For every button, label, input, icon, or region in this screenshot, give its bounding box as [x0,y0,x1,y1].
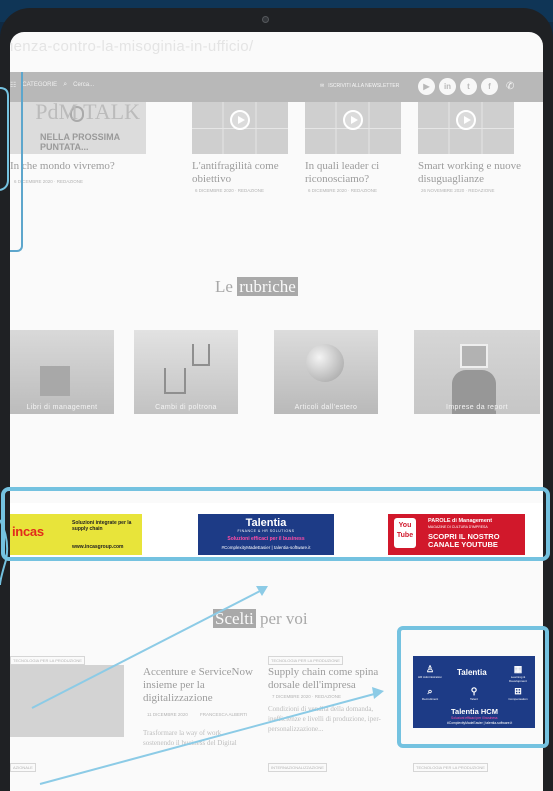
rubriche-heading: Le rubriche [215,277,298,297]
facebook-icon[interactable]: f [481,78,498,95]
youtube-icon[interactable]: ▶ [418,78,435,95]
icon-label: Learning & Development [509,675,527,683]
compensation-icon: ⊞ Compensation [508,686,528,701]
search-icon[interactable]: ⌕ [63,81,67,89]
play-icon[interactable] [230,110,250,130]
article-meta: 6 DICEMBRE 2020 · REDAZIONE [308,188,378,193]
scelti-heading: Scelti per voi [213,609,308,629]
rubrica-label: Imprese da report [445,404,509,411]
mail-icon: ✉ [320,83,325,89]
icon-label: HR Administration [417,675,442,679]
talentia-hcm-subtitle: Soluzioni efficaci per il business [451,716,498,720]
chair-image [164,368,186,394]
screen-head-image [460,344,488,368]
category-tag[interactable]: TECNOLOGIA PER LA PRODUZIONE [10,656,85,665]
video-thumbnail[interactable] [305,102,401,154]
tablet-screen: ienza-contro-la-misoginia-in-ufficio/ ☷ … [10,32,543,791]
recruitment-icon: ⌕ Recruitment [421,686,439,701]
rubrica-card-libri[interactable]: Libri di management [10,330,114,414]
scelti-heading-highlight: Scelti [213,609,256,628]
video-thumbnail[interactable] [192,102,288,154]
icon-label: Compensation [508,697,528,701]
play-icon[interactable] [456,110,476,130]
talentia-banner[interactable]: Talentia FINANCE & HR SOLUTIONS Soluzion… [198,514,334,555]
category-tag[interactable]: TECNOLOGIA PER LA PRODUZIONE [413,763,488,772]
talentia-logo: Talentia [245,517,287,529]
rubrica-card-cambi[interactable]: Cambi di poltrona [134,330,238,414]
talentia-url: #ComplexityMadeEasier | talentia-softwar… [221,545,311,550]
article-title[interactable]: In che mondo vivremo? [10,160,144,173]
category-tag[interactable]: INTERNAZIONALIZZAZIONE [268,763,327,772]
categories-menu[interactable]: CATEGORIE [22,82,57,88]
youtube-logo-icon: You Tube [394,518,416,548]
ad-strip: incas Soluzioni integrate per la supply … [10,503,543,561]
article-date: 11 DICEMBRE 2020 [147,712,188,717]
chair-image [192,344,210,366]
youtube-banner[interactable]: You Tube PAROLE di Management MAGAZINE D… [388,514,525,555]
article-author: FRANCESCA ALBERTI [200,712,248,717]
rubrica-card-report[interactable]: Imprese da report [414,330,540,414]
article-meta: 6 DICEMBRE 2020 · REDAZIONE [195,188,265,193]
twitter-icon[interactable]: t [460,78,477,95]
talentia-hcm-title: Talentia HCM [451,707,498,716]
youtube-cta: SCOPRI IL NOSTRO CANALE YOUTUBE [428,532,500,549]
incas-banner[interactable]: incas Soluzioni integrate per la supply … [10,514,142,555]
social-links: ▶ in t f ✆ [418,78,514,95]
scelti-heading-plain: per voi [259,609,308,628]
incas-logo: incas [12,524,44,539]
rubrica-label: Articoli dall'estero [294,404,358,411]
site-navbar: ☷ CATEGORIE ⌕ Cerca... ✉ ISCRIVITI ALLA … [10,72,543,102]
talentia-hcm-url: #ComplexityMadeEasier | talentia-softwar… [447,721,513,725]
article-image[interactable] [10,665,124,737]
video-thumbnail[interactable] [418,102,514,154]
category-tag[interactable]: AZIONALE [10,763,36,772]
rubriche-heading-highlight: rubriche [237,277,298,296]
podcast-thumbnail[interactable]: PdM TALK NELLA PROSSIMA PUNTATA... [10,99,146,154]
url-fragment: ienza-contro-la-misoginia-in-ufficio/ [10,38,254,55]
talentia-hcm-banner[interactable]: Talentia ♙ HR Administration ▦ Learning & … [413,656,535,728]
globe-image [306,344,344,382]
play-icon[interactable] [343,110,363,130]
linkedin-icon[interactable]: in [439,78,456,95]
podcast-caption: NELLA PROSSIMA PUNTATA... [40,132,120,152]
article-title[interactable]: Supply chain come spina dorsale dell'imp… [268,666,388,692]
talentia-hcm-logo: Talentia [457,668,487,677]
article-meta: 7 DICEMBRE 2020 · REDAZIONE [272,694,342,699]
rubrica-label: Cambi di poltrona [155,404,217,411]
article-title[interactable]: L'antifragilità come obiettivo [192,160,288,186]
hr-administration-icon: ♙ HR Administration [417,664,442,679]
rubriche-heading-plain: Le [215,277,233,296]
article-title[interactable]: Smart working e nuove disuguaglianze [418,160,538,186]
talentia-subtitle: FINANCE & HR SOLUTIONS [237,529,295,533]
rubrica-label: Libri di management [26,404,98,411]
youtube-brand: PAROLE di Management [428,518,493,524]
search-input[interactable]: Cerca... [73,82,94,88]
article-meta: 6 DICEMBRE 2020 · REDAZIONE [14,179,84,184]
tablet-device: ienza-contro-la-misoginia-in-ufficio/ ☷ … [0,8,553,791]
article-title[interactable]: Accenture e ServiceNow insieme per la di… [143,666,253,705]
article-meta: 26 NOVEMBRE 2020 · REDAZIONE [421,188,495,193]
rubrica-card-estero[interactable]: Articoli dall'estero [274,330,378,414]
talentia-promo: Soluzioni efficaci per il business [227,536,305,542]
article-excerpt: Trasformare la way of work sostenendo il… [143,729,237,747]
incas-url: www.incasgroup.com [72,544,124,550]
article-excerpt: Condizioni di vendita della domanda, ine… [268,705,381,733]
learning-icon: ▦ Learning & Development [509,664,527,683]
overlay-panel-edge [10,72,23,252]
phone-icon[interactable]: ✆ [506,81,514,92]
newsletter-label: ISCRIVITI ALLA NEWSLETTER [328,83,400,89]
book-stack-image [40,366,70,396]
podcast-logo-text: PdM TALK [35,99,140,124]
camera-icon [262,16,269,23]
incas-tagline: Soluzioni integrate per la supply chain [72,520,132,532]
newsletter-link[interactable]: ✉ ISCRIVITI ALLA NEWSLETTER [320,83,399,89]
talent-icon: ⚲ Talent [469,686,478,701]
icon-label: Talent [469,697,478,701]
category-tag[interactable]: TECNOLOGIA PER LA PRODUZIONE [268,656,343,665]
youtube-subtitle: MAGAZINE DI CULTURA D'IMPRESA [428,525,488,529]
icon-label: Recruitment [421,697,439,701]
article-title[interactable]: In quali leader ci riconosciamo? [305,160,401,186]
